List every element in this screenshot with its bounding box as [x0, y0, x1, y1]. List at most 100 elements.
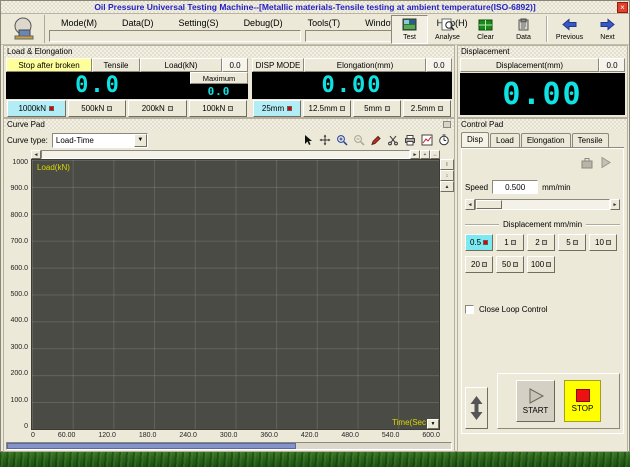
disp-mode-box[interactable]: DISP MODE [252, 58, 304, 72]
x-tick-label: 420.0 [301, 432, 319, 439]
elongation-column: DISP MODE Elongation(mm) 0.0 0.00 25mm [252, 58, 452, 117]
menu-item[interactable]: Debug(D) [232, 16, 296, 30]
next-arrow-icon [600, 18, 615, 33]
curve-pad-detach-icon[interactable] [443, 121, 451, 128]
menu-item[interactable]: Mode(M) [49, 16, 110, 30]
scroll-left-icon[interactable]: ◄ [31, 150, 41, 159]
speed-input[interactable] [492, 180, 538, 194]
maximum-label: Maximum [190, 72, 248, 84]
y-tick-label: 800.0 [10, 212, 28, 219]
plot-canvas[interactable]: Load(kN) Time(Sec ▼ [31, 159, 440, 430]
control-tab[interactable]: Load [490, 133, 520, 148]
test-type-box[interactable]: Tensile [92, 58, 140, 72]
load-range-button[interactable]: 500kN [68, 100, 127, 117]
data-button[interactable]: Data [505, 15, 542, 44]
start-play-icon [526, 387, 546, 405]
test-button[interactable]: Test [391, 15, 428, 44]
speed-buttons-row-2: 20 50 100 [465, 256, 620, 273]
x-tick-label: 0 [31, 432, 35, 439]
curve-pad-header: Curve Pad [4, 119, 454, 130]
clear-icon [478, 18, 493, 33]
disp-tab-panel: Speed mm/min ◄ ► Displacement mm/min [461, 148, 624, 434]
fit-height-icon[interactable]: I [440, 159, 454, 170]
full-extent-icon[interactable]: ↔ [430, 150, 440, 159]
elongation-range-button[interactable]: 5mm [353, 100, 401, 117]
axis-dropdown-icon[interactable]: ▼ [427, 419, 439, 429]
chart-top-scrollbar[interactable]: ◄ ► + ↔ [31, 150, 440, 159]
scrollbar-thumb[interactable] [7, 443, 296, 449]
load-range-button[interactable]: 100kN [189, 100, 248, 117]
slider-thumb[interactable] [476, 200, 502, 209]
close-icon[interactable]: × [617, 2, 628, 13]
displacement-section: Displacement Displacement(mm) 0.0 0.00 [457, 45, 628, 118]
lock-case-icon[interactable] [580, 156, 594, 174]
speed-preset-button[interactable]: 100 [527, 256, 555, 273]
speed-slider[interactable]: ◄ ► [465, 199, 620, 210]
speed-row: Speed mm/min [465, 180, 620, 194]
cursor-icon[interactable] [300, 133, 315, 148]
run-play-icon[interactable] [600, 156, 612, 174]
curve-type-select[interactable]: Load-Time ▼ [52, 133, 148, 148]
chart-export-icon[interactable] [419, 133, 434, 148]
elongation-range-button[interactable]: 12.5mm [303, 100, 351, 117]
menu-item[interactable]: Tools(T) [296, 16, 354, 30]
speed-preset-button[interactable]: 20 [465, 256, 493, 273]
analyse-button[interactable]: Analyse [429, 15, 466, 44]
control-pad-section: Control Pad DispLoadElongationTensile Sp… [457, 118, 628, 452]
elongation-lcd-display: 0.00 [252, 72, 452, 99]
scroll-track[interactable] [41, 150, 410, 159]
pen-icon[interactable] [368, 133, 383, 148]
previous-button[interactable]: Previous [551, 15, 588, 44]
load-header-value: 0.0 [222, 58, 248, 72]
menu-item[interactable]: Data(D) [110, 16, 167, 30]
menu-toolbar-row: Mode(M)Data(D)Setting(S)Debug(D)Tools(T)… [1, 14, 629, 45]
speed-preset-button[interactable]: 50 [496, 256, 524, 273]
y-tick-label: 500.0 [10, 291, 28, 298]
timer-icon[interactable] [436, 133, 451, 148]
zoom-out-icon[interactable] [351, 133, 366, 148]
scroll-up-icon[interactable]: ▲ [440, 181, 454, 192]
curve-type-label: Curve type: [7, 136, 48, 145]
speed-preset-button[interactable]: 0.5 [465, 234, 493, 251]
title-bar[interactable]: Oil Pressure Universal Testing Machine--… [1, 1, 629, 14]
y-tick-label: 200.0 [10, 370, 28, 377]
control-tab[interactable]: Elongation [521, 133, 571, 148]
jog-up-down-button[interactable] [465, 387, 488, 429]
speed-led-icon [542, 240, 547, 245]
control-tab[interactable]: Disp [461, 132, 489, 147]
scroll-right-icon[interactable]: ► [410, 150, 420, 159]
zoom-in-icon[interactable] [334, 133, 349, 148]
x-axis-ticks: 060.00120.0180.0240.0300.0360.0420.0480.… [31, 430, 440, 441]
fit-width-icon[interactable]: + [420, 150, 430, 159]
scissors-icon[interactable] [385, 133, 400, 148]
stop-button[interactable]: STOP [564, 380, 601, 422]
pan-icon[interactable] [317, 133, 332, 148]
slider-left-icon[interactable]: ◄ [465, 199, 475, 210]
close-loop-checkbox[interactable] [465, 305, 474, 314]
load-range-button[interactable]: 200kN [128, 100, 187, 117]
speed-led-icon [606, 240, 611, 245]
print-icon[interactable] [402, 133, 417, 148]
clear-button[interactable]: Clear [467, 15, 504, 44]
start-button[interactable]: START [516, 380, 555, 422]
vertical-pan-icon[interactable]: ↕ [440, 170, 454, 181]
speed-preset-button[interactable]: 2 [527, 234, 555, 251]
next-button[interactable]: Next [589, 15, 626, 44]
control-tab[interactable]: Tensile [572, 133, 609, 148]
speed-unit-label: mm/min [542, 183, 570, 192]
range-led-icon [107, 106, 112, 111]
menu-item[interactable]: Setting(S) [167, 16, 232, 30]
y-tick-label: 900.0 [10, 185, 28, 192]
speed-preset-button[interactable]: 10 [589, 234, 617, 251]
speed-preset-button[interactable]: 5 [558, 234, 586, 251]
elongation-range-buttons: 25mm 12.5mm 5mm 2.5mm [252, 100, 452, 117]
speed-preset-button[interactable]: 1 [496, 234, 524, 251]
close-loop-row: Close Loop Control [465, 305, 620, 314]
slider-right-icon[interactable]: ► [610, 199, 620, 210]
elongation-range-button[interactable]: 25mm [253, 100, 301, 117]
load-range-button[interactable]: 1000kN [7, 100, 66, 117]
chevron-down-icon[interactable]: ▼ [134, 134, 147, 147]
elongation-range-button[interactable]: 2.5mm [403, 100, 451, 117]
stop-mode-box[interactable]: Stop after broken [6, 58, 92, 72]
chart-bottom-scrollbar[interactable] [6, 442, 452, 450]
